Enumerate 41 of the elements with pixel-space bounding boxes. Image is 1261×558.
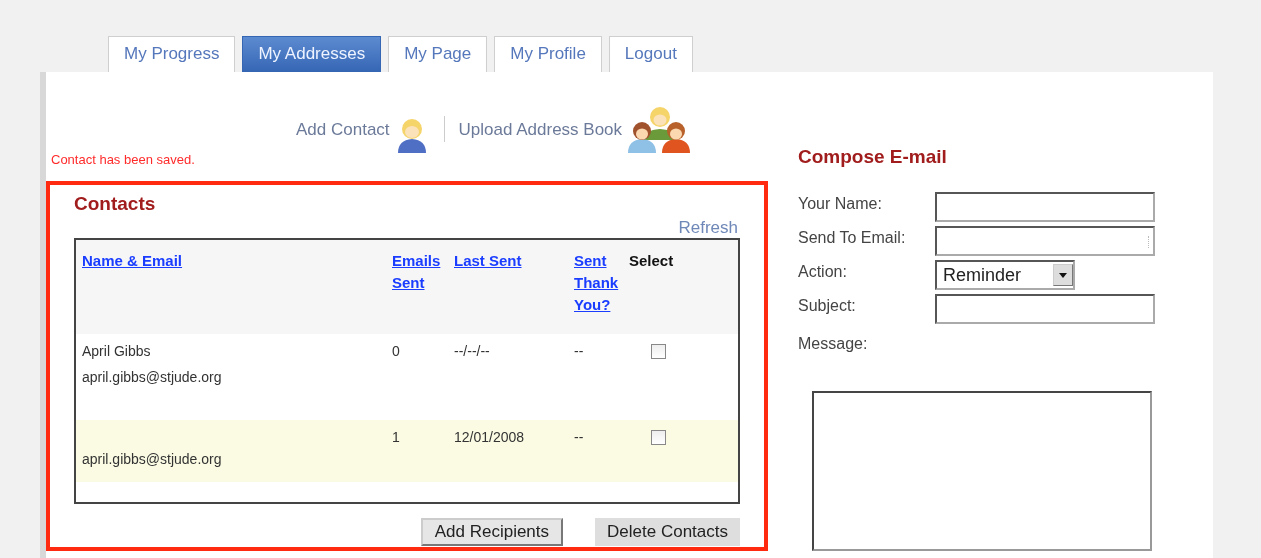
input-field[interactable] (935, 294, 1155, 324)
nav-tab[interactable]: My Profile (494, 36, 602, 72)
input-field[interactable] (935, 192, 1155, 222)
field-label: Your Name: (798, 194, 883, 213)
section-title: Contacts (74, 193, 157, 215)
status-message: Contact has been saved. (50, 152, 196, 167)
contact-name: April Gibbs (82, 342, 152, 360)
nav-tab[interactable]: My Progress (108, 36, 236, 72)
table-cell-text: 0 (392, 342, 401, 360)
column-header: Select (629, 251, 674, 271)
field-label: Send To Email: (798, 228, 907, 247)
form-button[interactable]: Delete Contacts (595, 518, 740, 546)
nav-tab[interactable]: My Addresses (242, 36, 382, 72)
message-field[interactable] (812, 391, 1152, 551)
table-cell-text: 12/01/2008 (454, 428, 526, 446)
contact-email: april.gibbs@stjude.org (82, 368, 223, 386)
action-link[interactable]: Upload Address Book (458, 120, 623, 154)
nav-tab[interactable]: Logout (608, 36, 693, 72)
dropdown-arrow-icon (1059, 272, 1067, 278)
nav-tab[interactable]: My Page (388, 36, 488, 72)
field-label: Subject: (798, 296, 857, 315)
action-link[interactable]: Add Contact (296, 120, 390, 154)
action-dropdown[interactable]: Reminder (935, 260, 1075, 290)
column-header[interactable]: Sent Thank You? (574, 250, 629, 316)
form-button[interactable]: Add Recipients (420, 518, 564, 546)
column-header[interactable]: Emails Sent (392, 250, 454, 294)
section-title: Compose E-mail (798, 146, 948, 168)
table-cell-text: -- (574, 428, 585, 446)
field-label: Action: (798, 262, 848, 281)
select-checkbox[interactable] (651, 430, 666, 445)
select-checkbox[interactable] (651, 344, 666, 359)
column-header[interactable]: Name & Email (82, 250, 392, 272)
field-label: Message: (798, 334, 869, 353)
refresh-link[interactable]: Refresh (678, 218, 738, 238)
input-field[interactable] (935, 226, 1155, 256)
contact-email: april.gibbs@stjude.org (82, 450, 223, 468)
people-group-icon (626, 104, 693, 154)
table-cell-text: 1 (392, 428, 401, 446)
column-header[interactable]: Last Sent (454, 250, 574, 272)
table-cell-text: --/--/-- (454, 342, 491, 360)
table-cell-text: -- (574, 342, 585, 360)
